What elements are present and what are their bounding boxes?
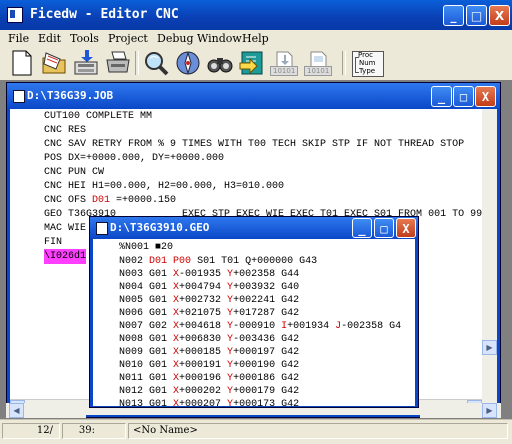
status-col: 39: (62, 423, 126, 439)
code-line: MAC WIE (44, 223, 87, 234)
geo-window[interactable]: D:\T36G3910.GEO _ □ X %N001 ■20 N002 D01… (89, 216, 419, 408)
code-line: CUT100 COMPLETE MM (44, 111, 153, 122)
job-window-title: D:\T36G39.JOB (27, 89, 114, 102)
status-filename: <No Name> (128, 423, 508, 439)
code-line: CNC SAV RETRY FROM % 9 TIMES WITH T00 TE… (44, 139, 465, 150)
open-file-icon[interactable] (40, 49, 68, 77)
job-vertical-scrollbar[interactable]: ▶ (482, 109, 497, 414)
toolbar: 10101 10101 Proc Num Type (0, 47, 512, 81)
scroll-right-icon[interactable]: ▶ (482, 403, 497, 418)
job-maximize-button[interactable]: □ (453, 86, 474, 107)
geo-close-button[interactable]: X (396, 218, 416, 238)
main-hscroll-right[interactable]: ▶ (420, 403, 501, 418)
save-icon[interactable] (72, 49, 100, 77)
run-icon[interactable] (238, 49, 266, 77)
import-binary-icon[interactable]: 10101 (270, 49, 299, 77)
geo-code-line: N013 G01 X+000207 Y+000173 G42 (119, 399, 300, 406)
main-title-bar: Ficedw - Editor CNC _ □ X (0, 0, 512, 30)
export-binary-icon[interactable]: 10101 (304, 49, 333, 77)
geo-maximize-button[interactable]: □ (374, 218, 394, 238)
scroll-left-icon[interactable]: ◀ (9, 403, 24, 418)
menu-project[interactable]: Project (108, 32, 148, 45)
code-line-ofs: CNC OFS D01 =+0000.150 (44, 195, 177, 206)
code-line: CNC HEI H1=00.000, H2=00.000, H3=010.000 (44, 181, 285, 192)
code-line: POS DX=+0000.000, DY=+0000.000 (44, 153, 225, 164)
binary-label: 10101 (270, 66, 299, 76)
binoculars-icon[interactable] (206, 49, 234, 77)
main-hscroll-left[interactable]: ◀ (6, 403, 86, 418)
menu-file[interactable]: File (8, 32, 29, 45)
menu-bar: File Edit Tools Project Debug Window Hel… (0, 30, 512, 47)
job-minimize-button[interactable]: _ (431, 86, 452, 107)
menu-debug[interactable]: Debug (157, 32, 194, 45)
toolbar-separator (135, 51, 139, 75)
close-button[interactable]: X (489, 5, 510, 26)
job-close-button[interactable]: X (475, 86, 496, 107)
geo-minimize-button[interactable]: _ (352, 218, 372, 238)
menu-window[interactable]: Window (197, 32, 242, 45)
status-bar: 12/ 39: <No Name> (0, 419, 512, 444)
menu-edit[interactable]: Edit (38, 32, 61, 45)
print-icon[interactable] (104, 49, 132, 77)
scroll-right-icon[interactable]: ▶ (482, 340, 497, 355)
app-icon (7, 7, 23, 23)
toolbar-separator (342, 51, 346, 75)
document-icon (96, 222, 108, 235)
num-label: Num (359, 59, 376, 67)
app-title: Ficedw - Editor CNC (30, 7, 179, 22)
document-icon (13, 90, 25, 103)
geo-first-line: %N001 ■20 (119, 242, 174, 253)
maximize-button[interactable]: □ (466, 5, 487, 26)
proc-num-type-button[interactable]: Proc Num Type (350, 49, 384, 77)
geo-window-titlebar[interactable]: D:\T36G3910.GEO _ □ X (90, 217, 418, 239)
menu-help[interactable]: Help (242, 32, 269, 45)
find-icon[interactable] (142, 49, 170, 77)
job-window-titlebar[interactable]: D:\T36G39.JOB _ □ X (7, 83, 500, 109)
status-line: 12/ (2, 423, 60, 439)
menu-tools[interactable]: Tools (70, 32, 99, 45)
selected-text[interactable]: \I026d1 (44, 249, 87, 264)
type-label: Type (359, 67, 376, 75)
geo-editor[interactable]: %N001 ■20 N002 D01 P00 S01 T01 Q+000000 … (93, 239, 415, 406)
compass-icon[interactable] (174, 49, 202, 77)
code-line: CNC RES (44, 125, 87, 136)
binary-label: 10101 (304, 66, 333, 76)
geo-window-title: D:\T36G3910.GEO (110, 221, 210, 234)
gutter (10, 109, 38, 399)
proc-label: Proc (358, 51, 373, 59)
minimize-button[interactable]: _ (443, 5, 464, 26)
code-line: FIN (44, 237, 63, 248)
code-line: CNC PUN CW (44, 167, 105, 178)
new-file-icon[interactable] (8, 49, 36, 77)
